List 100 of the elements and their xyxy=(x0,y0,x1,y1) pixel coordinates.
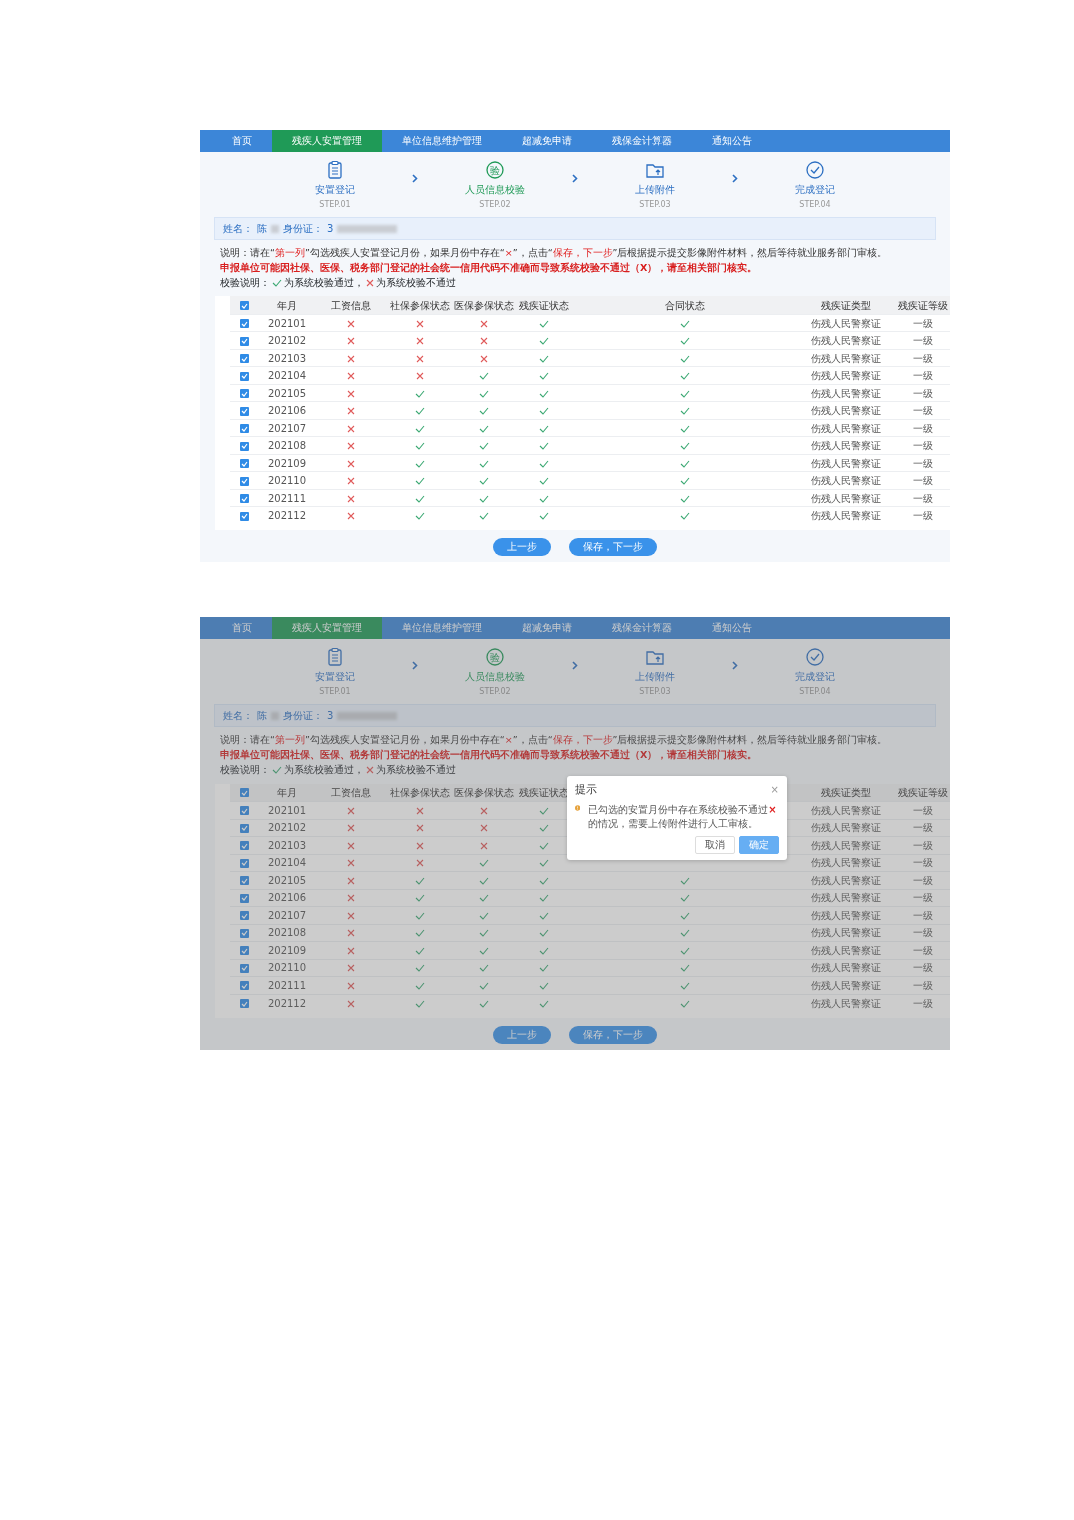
table-cell: 一级 xyxy=(896,436,950,455)
checkbox[interactable] xyxy=(239,823,249,833)
column-header: 残疾证状态 xyxy=(514,296,574,315)
column-header: 残疾证类型 xyxy=(796,296,896,315)
table-cell: 一级 xyxy=(896,384,950,402)
table-cell: 202101 xyxy=(258,314,316,332)
checkbox[interactable] xyxy=(239,981,249,991)
nav-tab[interactable]: 单位信息维护管理 xyxy=(382,617,502,640)
table-cell: 一级 xyxy=(896,889,950,907)
table-cell: 伤残人民警察证 xyxy=(796,454,896,472)
nav-tab[interactable]: 通知公告 xyxy=(692,617,772,640)
table-cell: 一级 xyxy=(896,489,950,507)
table-cell: 伤残人民警察证 xyxy=(796,924,896,942)
name-value: 陈 xyxy=(257,709,267,724)
cancel-button[interactable]: 取消 xyxy=(695,836,735,854)
checkbox[interactable] xyxy=(239,406,249,416)
nav-tab[interactable]: 单位信息维护管理 xyxy=(382,130,502,152)
warning-icon xyxy=(575,803,581,813)
checkbox[interactable] xyxy=(239,858,249,868)
seal-icon: 验 xyxy=(485,160,505,180)
previous-step-button[interactable]: 上一步 xyxy=(493,1025,551,1044)
chevron-icon xyxy=(572,661,578,671)
checkbox[interactable] xyxy=(239,893,249,903)
step-number: STEP.04 xyxy=(799,199,831,211)
chevron-icon xyxy=(412,174,418,183)
nav-tab[interactable]: 残疾人安置管理 xyxy=(272,617,382,640)
redaction-bar xyxy=(337,711,398,720)
checkbox[interactable] xyxy=(239,911,249,921)
close-button[interactable]: × xyxy=(770,784,779,795)
id-label: 身份证： xyxy=(283,709,323,724)
checkbox[interactable] xyxy=(239,424,249,433)
legend-text: 为系统校验通过， xyxy=(284,763,364,778)
name-label: 姓名： xyxy=(223,709,253,724)
nav-tab[interactable]: 残保金计算器 xyxy=(592,617,692,640)
checkbox[interactable] xyxy=(239,459,249,468)
nav-tab[interactable]: 首页 xyxy=(212,617,272,640)
save-next-button[interactable]: 保存，下一步 xyxy=(569,1025,657,1044)
table-cell: 202110 xyxy=(258,471,316,490)
checkbox[interactable] xyxy=(239,494,249,503)
table-cell: 一级 xyxy=(896,976,950,994)
instruction-text: 说明：请在“第一列”勾选残疾人安置登记月份，如果月份中存在“×”，点击“保存，下一步”后根据提示提交影像附件材料，然后等待就业服务部门审核。 xyxy=(220,733,889,747)
table-cell: 伤残人民警察证 xyxy=(796,436,896,455)
table-cell: 伤残人民警察证 xyxy=(796,836,896,854)
table-cell: 伤残人民警察证 xyxy=(796,854,896,872)
chevron-icon xyxy=(412,661,418,671)
checkbox[interactable] xyxy=(239,354,249,363)
table-cell: 一级 xyxy=(896,331,950,350)
column-header: 残疾证等级 xyxy=(896,296,950,315)
table-cell: 一级 xyxy=(896,471,950,490)
table-cell: 202112 xyxy=(258,994,316,1012)
table-cell: 一级 xyxy=(896,959,950,977)
legend-label: 校验说明： xyxy=(220,276,270,290)
table-cell: 202102 xyxy=(258,819,316,837)
table-cell: 一级 xyxy=(896,506,950,525)
checkbox[interactable] xyxy=(239,336,249,346)
table-cell: 伤残人民警察证 xyxy=(796,506,896,525)
checkbox[interactable] xyxy=(239,476,249,486)
nav-tab[interactable]: 超减免申请 xyxy=(502,130,592,152)
name-value: 陈 xyxy=(257,222,267,236)
step-number: STEP.03 xyxy=(639,686,671,699)
table-cell: 一级 xyxy=(896,314,950,332)
nav-tab[interactable]: 超减免申请 xyxy=(502,617,592,640)
legend-text: 为系统校验不通过 xyxy=(376,276,456,290)
id-value: 3 xyxy=(327,709,334,724)
step-title: 人员信息校验 xyxy=(465,670,525,685)
save-next-button[interactable]: 保存，下一步 xyxy=(569,538,657,557)
table-cell: 伤残人民警察证 xyxy=(796,471,896,490)
checkbox[interactable] xyxy=(239,441,249,451)
column-header: 社保参保状态 xyxy=(386,783,454,802)
table-cell: 一级 xyxy=(896,366,950,385)
checkbox[interactable] xyxy=(239,841,249,851)
checkbox[interactable] xyxy=(239,511,249,521)
checkbox[interactable] xyxy=(239,963,249,973)
table-cell: 202103 xyxy=(258,836,316,854)
table-cell: 202106 xyxy=(258,889,316,907)
table-cell: 202107 xyxy=(258,419,316,437)
table-cell: 202108 xyxy=(258,436,316,455)
checkbox[interactable] xyxy=(239,928,249,938)
table-cell: 202112 xyxy=(258,506,316,525)
checkbox[interactable] xyxy=(239,946,249,956)
previous-step-button[interactable]: 上一步 xyxy=(493,538,551,557)
nav-tab[interactable]: 首页 xyxy=(212,130,272,152)
checkbox[interactable] xyxy=(239,319,249,328)
nav-tab[interactable]: 通知公告 xyxy=(692,130,772,152)
table-cell: 202105 xyxy=(258,384,316,402)
instruction-text: 说明：请在“第一列”勾选残疾人安置登记月份，如果月份中存在“×”，点击“保存，下一步”后根据提示提交影像附件材料，然后等待就业服务部门审核。 xyxy=(220,246,889,259)
step-number: STEP.02 xyxy=(479,686,511,699)
nav-tab[interactable]: 残保金计算器 xyxy=(592,130,692,152)
checkbox[interactable] xyxy=(239,876,249,886)
checkbox[interactable] xyxy=(239,999,249,1008)
table-cell: 伤残人民警察证 xyxy=(796,976,896,994)
table-cell: 伤残人民警察证 xyxy=(796,871,896,889)
checkbox[interactable] xyxy=(239,371,249,381)
checkbox[interactable] xyxy=(239,301,249,310)
table-cell: 一级 xyxy=(896,801,950,819)
checkbox[interactable] xyxy=(239,788,249,798)
nav-tab[interactable]: 残疾人安置管理 xyxy=(272,130,382,152)
confirm-button[interactable]: 确定 xyxy=(739,836,779,854)
checkbox[interactable] xyxy=(239,806,249,816)
checkbox[interactable] xyxy=(239,389,249,398)
